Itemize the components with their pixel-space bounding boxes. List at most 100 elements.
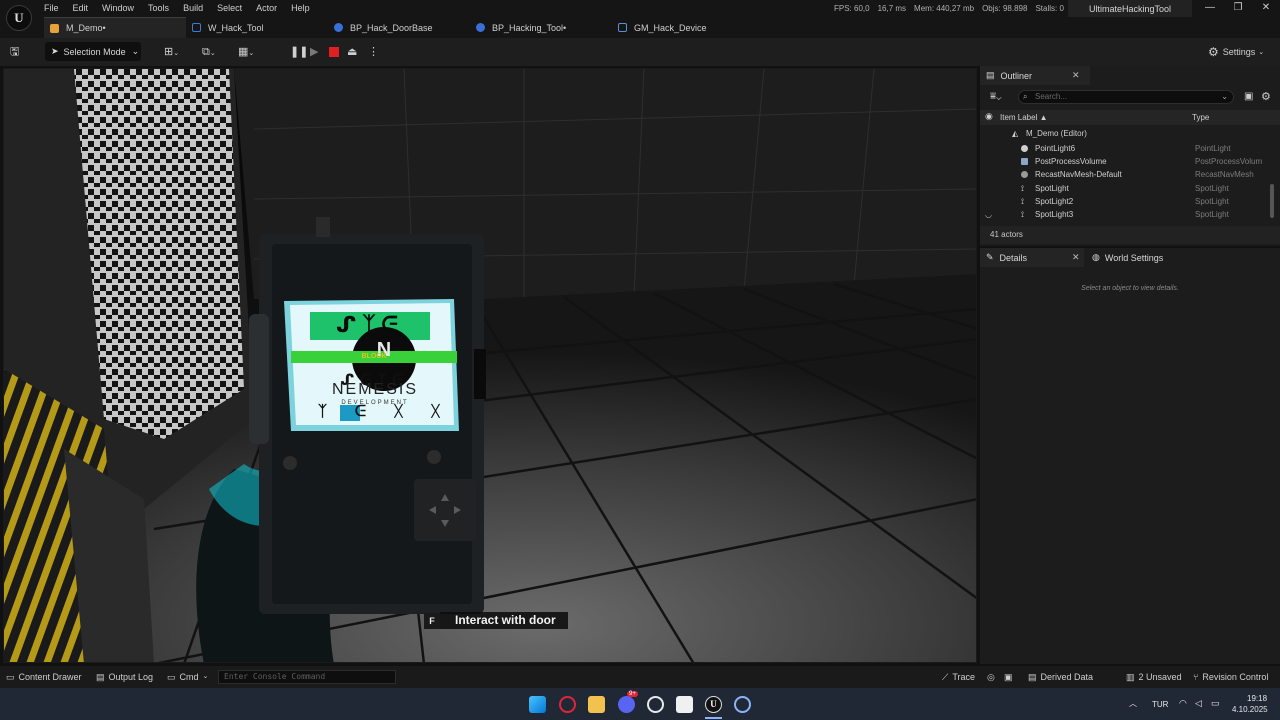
tab-m-demo[interactable]: M_Demo•: [44, 17, 186, 38]
list-item[interactable]: PostProcessVolume PostProcessVolum: [980, 155, 1280, 168]
level-icon: [50, 23, 59, 33]
clock-time[interactable]: 19:18: [1247, 694, 1267, 703]
visibility-eye-icon[interactable]: ◉: [985, 111, 993, 122]
tab-gm-hack-device[interactable]: GM_Hack_Device: [612, 17, 754, 38]
tray-chevron-up-icon[interactable]: ︿: [1129, 698, 1137, 709]
file-explorer-icon[interactable]: [588, 696, 605, 713]
battery-icon[interactable]: ▭: [1211, 698, 1220, 709]
unreal-logo-icon[interactable]: U: [6, 5, 32, 31]
close-icon[interactable]: ✕: [1258, 2, 1274, 13]
fps-stat: FPS: 60,0: [834, 4, 870, 13]
screen-glyph[interactable]: ᕮ: [355, 402, 366, 420]
search-placeholder: Search...: [1035, 92, 1068, 101]
derived-data-button[interactable]: ▤ Derived Data: [1028, 666, 1093, 688]
outliner-search-input[interactable]: ⌕ Search... ⌄: [1018, 90, 1234, 104]
gear-icon: ⚙: [1208, 45, 1219, 59]
screen-glyph[interactable]: ᛉ: [318, 402, 327, 420]
globe-icon: ◍: [1092, 252, 1100, 262]
menu-help[interactable]: Help: [291, 2, 310, 14]
unsaved-label: 2 Unsaved: [1138, 672, 1182, 682]
blueprint-icon: [334, 23, 343, 32]
col-type[interactable]: Type: [1192, 113, 1209, 122]
level-row[interactable]: ◭ M_Demo (Editor): [980, 127, 1280, 140]
main-menu: File Edit Window Tools Build Select Acto…: [44, 2, 324, 14]
eject-icon[interactable]: ⏏: [347, 45, 357, 59]
pointlight-icon: [1021, 145, 1028, 152]
widget-icon: [192, 23, 201, 32]
tab-details[interactable]: ✎ Details: [980, 248, 1084, 267]
menu-actor[interactable]: Actor: [256, 2, 277, 14]
chatgpt-icon[interactable]: [647, 696, 664, 713]
menu-file[interactable]: File: [44, 2, 59, 14]
output-log-button[interactable]: ▤ Output Log: [96, 666, 153, 688]
list-item[interactable]: ◡ ⟟ SpotLight3 SpotLight: [980, 208, 1280, 221]
list-item[interactable]: PointLight6 PointLight: [980, 142, 1280, 155]
outliner-scrollbar[interactable]: [1270, 184, 1274, 218]
cmd-dropdown[interactable]: ▭ Cmd ⌄: [167, 666, 208, 688]
level-viewport[interactable]: ᔑᛉᕮ N BLOCK ᔑᕮᛉᕮ NEMESIS DEVELOPMENT ᛉ ᕮ…: [3, 68, 977, 663]
pause-icon[interactable]: ❚❚: [290, 45, 308, 59]
item-type: SpotLight: [1195, 197, 1229, 206]
menu-select[interactable]: Select: [217, 2, 242, 14]
save-icon[interactable]: 🖫: [10, 45, 19, 59]
tab-w-hack-tool[interactable]: W_Hack_Tool: [186, 17, 328, 38]
level-row-label: M_Demo (Editor): [1026, 129, 1087, 138]
branch-icon: ⑂: [1193, 672, 1199, 682]
selection-mode-dropdown[interactable]: ➤ Selection Mode ⌄: [45, 42, 141, 61]
wifi-icon[interactable]: ◠: [1179, 698, 1187, 709]
details-hint: Select an object to view details.: [1081, 285, 1179, 292]
blueprint-menu-icon[interactable]: ⧉⌄: [202, 45, 216, 59]
terminal-icon: ▭: [167, 672, 176, 682]
menu-edit[interactable]: Edit: [73, 2, 89, 14]
chevron-down-icon: ⌄: [1258, 49, 1265, 56]
opera-icon[interactable]: [559, 696, 576, 713]
perf-stats: FPS: 60,0 16,7 ms Mem: 440,27 mb Objs: 9…: [834, 4, 1072, 13]
maximize-icon[interactable]: ❐: [1230, 2, 1246, 13]
filter-icon[interactable]: ⩸⌄: [990, 91, 1001, 102]
document-tabs: M_Demo• W_Hack_Tool BP_Hack_DoorBase BP_…: [44, 17, 754, 38]
notification-badge: 9+: [627, 691, 638, 697]
stop-button[interactable]: [329, 47, 339, 57]
language-indicator[interactable]: TUR: [1152, 700, 1168, 709]
minimize-icon[interactable]: —: [1202, 2, 1218, 13]
unreal-icon[interactable]: U: [705, 696, 722, 713]
outliner-tab-label: Outliner: [1000, 70, 1033, 81]
list-item[interactable]: ⟟ SpotLight SpotLight: [980, 182, 1280, 195]
record-icon[interactable]: ◎: [987, 666, 995, 688]
settings-icon[interactable]: [734, 696, 751, 713]
content-drawer-button[interactable]: ▭ Content Drawer: [6, 666, 82, 688]
gear-icon[interactable]: ⚙: [1261, 90, 1271, 103]
add-actor-icon[interactable]: ⊞⌄: [164, 45, 179, 59]
menu-window[interactable]: Window: [102, 2, 134, 14]
more-options-icon[interactable]: ⋮: [368, 45, 379, 59]
close-icon[interactable]: ✕: [1072, 252, 1080, 263]
tab-bp-hack-doorbase[interactable]: BP_Hack_DoorBase: [328, 17, 470, 38]
volume-icon[interactable]: ◁: [1195, 698, 1202, 709]
revision-control-button[interactable]: ⑂ Revision Control: [1193, 666, 1268, 688]
console-command-input[interactable]: Enter Console Command: [218, 670, 396, 684]
unsaved-button[interactable]: ▥ 2 Unsaved: [1126, 666, 1182, 688]
eye-closed-icon[interactable]: ◡: [985, 208, 992, 221]
clock-date[interactable]: 4.10.2025: [1232, 705, 1268, 714]
list-item[interactable]: RecastNavMesh-Default RecastNavMesh: [980, 168, 1280, 181]
settings-button[interactable]: ⚙ Settings ⌄: [1208, 45, 1264, 59]
tab-world-settings[interactable]: ◍ World Settings: [1092, 248, 1182, 267]
discord-icon[interactable]: 9+: [618, 691, 638, 713]
col-item-label[interactable]: Item Label ▲: [1000, 113, 1048, 122]
outliner-panel: ▤ Outliner ✕ ⩸⌄ ⌕ Search... ⌄ ▣ ⚙ ◉ Item…: [980, 66, 1280, 246]
status-bar: ▭ Content Drawer ▤ Output Log ▭ Cmd ⌄ En…: [0, 666, 1280, 688]
cinematics-icon[interactable]: ▦⌄: [238, 45, 254, 59]
screen-glyph[interactable]: ᚷ: [394, 402, 403, 420]
list-item[interactable]: ⟟ SpotLight2 SpotLight: [980, 195, 1280, 208]
windows-start-icon[interactable]: [529, 696, 546, 713]
camera-icon[interactable]: ▣: [1004, 666, 1013, 688]
menu-tools[interactable]: Tools: [148, 2, 169, 14]
close-icon[interactable]: ✕: [1072, 70, 1080, 81]
tab-bp-hacking-tool[interactable]: BP_Hacking_Tool•: [470, 17, 612, 38]
capcut-icon[interactable]: [676, 696, 693, 713]
menu-build[interactable]: Build: [183, 2, 203, 14]
add-folder-icon[interactable]: ▣: [1244, 91, 1253, 102]
resume-icon[interactable]: ▶: [310, 45, 318, 59]
screen-glyph[interactable]: ᚷ: [431, 402, 440, 420]
trace-button[interactable]: ⟋ Trace: [942, 666, 975, 688]
